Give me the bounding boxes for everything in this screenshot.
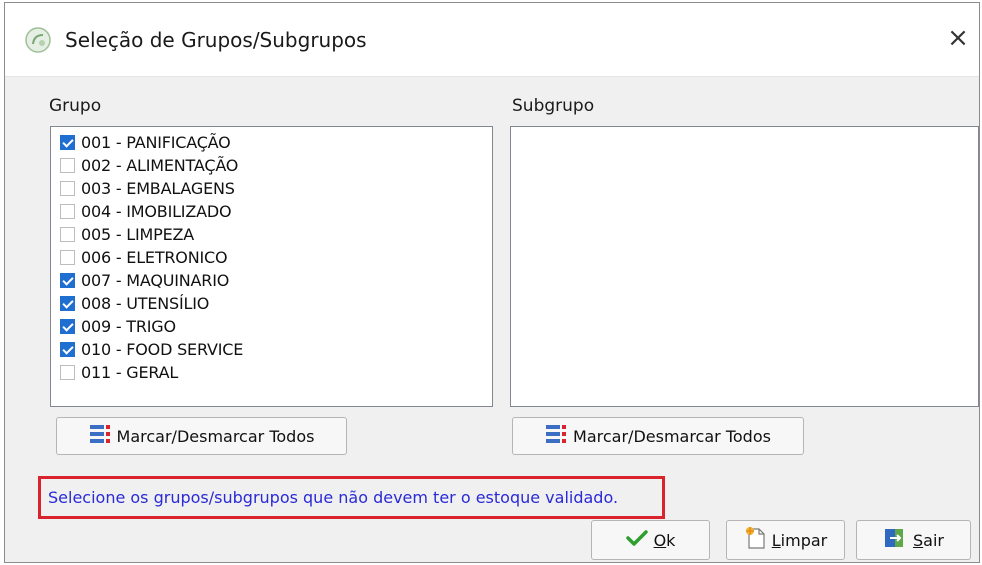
list-item[interactable]: 006 - ELETRONICO xyxy=(51,246,492,269)
list-item-label: 010 - FOOD SERVICE xyxy=(81,340,244,359)
checkbox[interactable] xyxy=(60,342,75,357)
list-item-label: 005 - LIMPEZA xyxy=(81,225,194,244)
title-bar: Seleção de Grupos/Subgrupos × xyxy=(5,3,979,77)
notice-highlight: Selecione os grupos/subgrupos que não de… xyxy=(38,476,665,519)
toggle-all-groups-button[interactable]: Marcar/Desmarcar Todos xyxy=(56,417,347,455)
app-logo-icon xyxy=(25,27,51,53)
list-item-label: 007 - MAQUINARIO xyxy=(81,271,230,290)
list-item[interactable]: 001 - PANIFICAÇÃO xyxy=(51,131,492,154)
list-item[interactable]: 009 - TRIGO xyxy=(51,315,492,338)
list-item[interactable]: 004 - IMOBILIZADO xyxy=(51,200,492,223)
checkbox[interactable] xyxy=(60,227,75,242)
checkbox[interactable] xyxy=(60,181,75,196)
ok-button[interactable]: Ok xyxy=(591,520,710,560)
close-button[interactable]: × xyxy=(943,23,973,53)
list-item[interactable]: 008 - UTENSÍLIO xyxy=(51,292,492,315)
list-item[interactable]: 003 - EMBALAGENS xyxy=(51,177,492,200)
ok-label: Ok xyxy=(653,530,676,550)
checkbox[interactable] xyxy=(60,273,75,288)
exit-door-icon xyxy=(883,527,907,553)
list-item[interactable]: 011 - GERAL xyxy=(51,361,492,384)
checkbox[interactable] xyxy=(60,296,75,311)
checkbox[interactable] xyxy=(60,319,75,334)
list-item-label: 001 - PANIFICAÇÃO xyxy=(81,133,231,152)
list-item[interactable]: 002 - ALIMENTAÇÃO xyxy=(51,154,492,177)
list-item-label: 009 - TRIGO xyxy=(81,317,176,336)
clear-button[interactable]: Limpar xyxy=(726,520,845,560)
list-item-label: 011 - GERAL xyxy=(81,363,179,382)
clear-label: Limpar xyxy=(771,530,828,550)
checkbox[interactable] xyxy=(60,135,75,150)
checklist-icon xyxy=(89,424,111,448)
list-item-label: 004 - IMOBILIZADO xyxy=(81,202,232,221)
checklist-icon xyxy=(545,424,567,448)
checkbox[interactable] xyxy=(60,365,75,380)
dialog-window: Seleção de Grupos/Subgrupos × Grupo Subg… xyxy=(4,2,980,563)
list-item[interactable]: 005 - LIMPEZA xyxy=(51,223,492,246)
list-item-label: 008 - UTENSÍLIO xyxy=(81,294,210,313)
exit-label: Sair xyxy=(913,530,944,550)
list-item[interactable]: 007 - MAQUINARIO xyxy=(51,269,492,292)
group-listbox[interactable]: 001 - PANIFICAÇÃO 002 - ALIMENTAÇÃO 003 - … xyxy=(50,126,493,407)
group-list-label: Grupo xyxy=(49,96,102,116)
toggle-all-groups-label: Marcar/Desmarcar Todos xyxy=(116,426,315,446)
list-item[interactable]: 010 - FOOD SERVICE xyxy=(51,338,492,361)
notice-text: Selecione os grupos/subgrupos que não de… xyxy=(48,488,619,507)
exit-button[interactable]: Sair xyxy=(856,520,971,560)
toggle-all-subgroups-label: Marcar/Desmarcar Todos xyxy=(573,426,771,446)
checkbox[interactable] xyxy=(60,204,75,219)
list-item-label: 003 - EMBALAGENS xyxy=(81,179,235,198)
checkmark-icon xyxy=(625,529,648,551)
window-title: Seleção de Grupos/Subgrupos xyxy=(65,28,367,52)
toggle-all-subgroups-button[interactable]: Marcar/Desmarcar Todos xyxy=(512,417,804,455)
list-item-label: 002 - ALIMENTAÇÃO xyxy=(81,156,239,175)
subgroup-listbox[interactable] xyxy=(510,126,979,407)
checkbox[interactable] xyxy=(60,250,75,265)
clear-document-icon xyxy=(744,526,766,554)
checkbox[interactable] xyxy=(60,158,75,173)
list-item-label: 006 - ELETRONICO xyxy=(81,248,228,267)
subgroup-list-label: Subgrupo xyxy=(512,96,595,116)
